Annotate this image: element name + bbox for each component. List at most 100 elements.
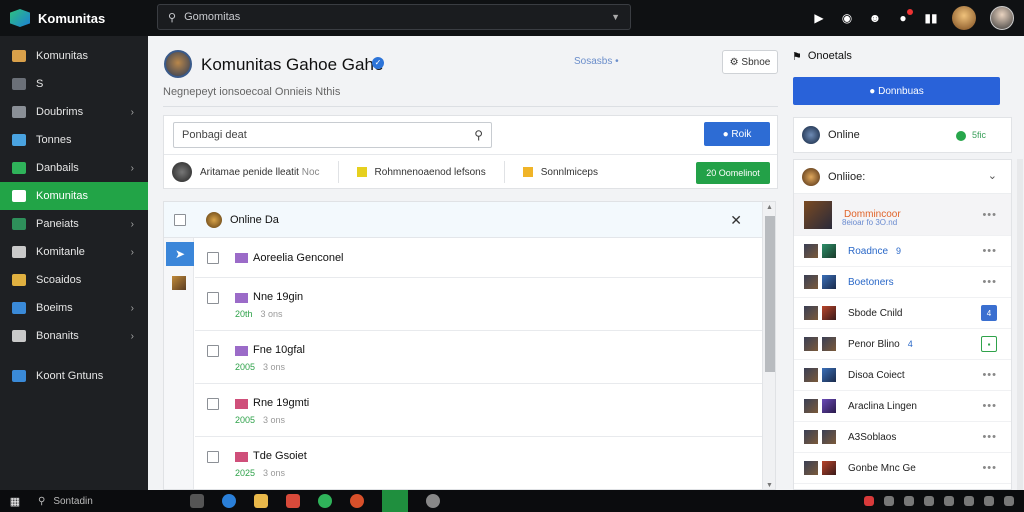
select-all-checkbox[interactable] — [174, 213, 186, 226]
active-app-icon[interactable] — [382, 490, 408, 512]
app-icon[interactable] — [426, 494, 440, 508]
more-icon[interactable]: ••• — [982, 245, 997, 257]
music-icon[interactable] — [318, 494, 332, 508]
more-icon[interactable]: ••• — [982, 276, 997, 288]
row-checkbox[interactable] — [207, 252, 219, 264]
lock-icon: ● — [869, 85, 879, 97]
list-item[interactable]: Tde Gsoiet 2025 3 ons — [195, 437, 762, 489]
primary-button[interactable]: ● Donnbuas — [793, 77, 1000, 105]
list-item[interactable]: Araclina Lingen ••• — [794, 391, 1011, 422]
scroll-up-icon[interactable]: ▲ — [766, 204, 773, 211]
tray-icon[interactable] — [1004, 496, 1014, 506]
item-icon — [235, 293, 248, 303]
sidebar-item[interactable]: Komitanle › — [0, 238, 148, 266]
list-item[interactable]: Boetoners ••• — [794, 267, 1011, 298]
sidebar-item[interactable]: S — [0, 70, 148, 98]
sidebar-item[interactable]: Boeims › — [0, 294, 148, 322]
row-checkbox[interactable] — [207, 451, 219, 463]
header-button[interactable]: ⚙ Sbnoe — [722, 50, 778, 74]
tray-icon[interactable] — [984, 496, 994, 506]
user-action-button[interactable]: 4 — [981, 305, 997, 321]
chevron-right-icon: › — [130, 106, 134, 118]
tray-icon[interactable] — [864, 496, 874, 506]
sidebar-item[interactable]: Bonanits › — [0, 322, 148, 350]
filter-search-button[interactable]: ● Roik — [704, 122, 770, 146]
folder-icon[interactable] — [254, 494, 268, 508]
thumbnail-icon[interactable] — [172, 276, 186, 290]
scroll-down-icon[interactable]: ▼ — [766, 482, 773, 489]
filter-item[interactable]: Aritamae penide lleatit Noc — [200, 167, 320, 178]
online-card[interactable]: Online 5fic — [793, 117, 1012, 153]
close-icon[interactable]: ✕ — [730, 212, 742, 229]
green-action-button[interactable]: 20 Oomelinot — [696, 162, 770, 184]
more-icon[interactable]: ••• — [982, 369, 997, 381]
list-item[interactable]: Dommincoor 8eioar fo 3O.nd ••• — [794, 194, 1011, 236]
tray-icon[interactable] — [904, 496, 914, 506]
sidebar-item[interactable]: Paneiats › — [0, 210, 148, 238]
filter-item[interactable]: Sonnlmiceps — [541, 167, 598, 178]
list-item[interactable]: A3Soblaos ••• — [794, 422, 1011, 453]
tray-icon[interactable] — [884, 496, 894, 506]
header-link[interactable]: Sosasbs • — [574, 56, 619, 67]
app-logo[interactable]: Komunitas — [0, 9, 150, 27]
sidebar-item[interactable]: Danbails › — [0, 154, 148, 182]
community-avatar[interactable] — [164, 50, 192, 78]
more-icon[interactable]: ••• — [982, 209, 997, 221]
scrollbar-thumb[interactable] — [765, 216, 775, 372]
more-icon[interactable]: ••• — [982, 462, 997, 474]
taskbar-search[interactable]: ⚲ Sontadin — [30, 496, 180, 507]
online-panel-header[interactable]: Onliioe: ⌄ — [794, 160, 1011, 194]
avatar[interactable] — [952, 6, 976, 30]
search-icon[interactable]: ⚲ — [474, 128, 483, 142]
tray-icon[interactable] — [944, 496, 954, 506]
list-item[interactable]: Rne 19gmti 2005 3 ons — [195, 384, 762, 437]
list-item[interactable]: Roadnce 9 ••• — [794, 236, 1011, 267]
people-icon[interactable]: ☻ — [868, 11, 882, 25]
play-icon[interactable]: ▶ — [812, 11, 826, 25]
sidebar-footer-item[interactable]: Koont Gntuns — [0, 362, 148, 390]
store-icon[interactable] — [286, 494, 300, 508]
list-item[interactable]: Nne 19gin 20th 3 ons — [195, 278, 762, 331]
filter-search-input[interactable]: Ponbagi deat ⚲ — [173, 122, 492, 148]
share-icon[interactable]: ➤ — [166, 242, 194, 266]
task-view-icon[interactable] — [190, 494, 204, 508]
chrome-icon[interactable] — [350, 494, 364, 508]
chevron-down-icon[interactable]: ⌄ — [988, 169, 997, 182]
more-icon[interactable]: ••• — [982, 431, 997, 443]
sidebar-item[interactable]: Komunitas — [0, 42, 148, 70]
row-checkbox[interactable] — [207, 398, 219, 410]
sidebar-item[interactable]: Komunitas — [0, 182, 148, 210]
filter-item[interactable]: Rohmnenoaenod lefsons — [375, 167, 486, 178]
user-action-button[interactable]: ▪ — [981, 336, 997, 352]
list-scrollbar[interactable]: ▲ ▼ — [762, 202, 775, 489]
list-item[interactable]: Penor Blino 4 ▪ — [794, 329, 1011, 360]
user-avatar[interactable] — [990, 6, 1014, 30]
avatar — [822, 244, 836, 258]
gear-icon — [12, 330, 26, 342]
global-search-input[interactable]: ⚲ Gomomitas ▼ — [157, 4, 631, 30]
item-title: Rne 19gmti — [253, 397, 310, 409]
sidebar-item-label: Paneiats — [36, 218, 79, 230]
right-scrollbar[interactable] — [1017, 159, 1023, 490]
tray-icon[interactable] — [924, 496, 934, 506]
bars-icon[interactable]: ▮▮ — [924, 11, 938, 25]
chevron-down-icon[interactable]: ▼ — [611, 12, 620, 22]
list-item[interactable]: Sbode Cnild 4 — [794, 298, 1011, 329]
top-icons: ▶ ◉ ☻ ● ▮▮ — [812, 0, 1014, 36]
windows-start-icon[interactable]: ▦ — [0, 495, 30, 508]
tray-icon[interactable] — [964, 496, 974, 506]
sidebar-item[interactable]: Scoaidos — [0, 266, 148, 294]
list-item[interactable]: Fne 10gfal 2005 3 ons — [195, 331, 762, 384]
browser-icon[interactable] — [222, 494, 236, 508]
list-item[interactable]: Disoa Coiect ••• — [794, 360, 1011, 391]
item-title: Aoreelia Genconel — [253, 252, 344, 264]
sidebar-item[interactable]: Tonnes — [0, 126, 148, 154]
notification-icon[interactable]: ● — [896, 9, 913, 25]
more-icon[interactable]: ••• — [982, 400, 997, 412]
row-checkbox[interactable] — [207, 292, 219, 304]
list-item[interactable]: Gonbe Mnc Ge ••• — [794, 453, 1011, 484]
row-checkbox[interactable] — [207, 345, 219, 357]
list-item[interactable]: Aoreelia Genconel — [195, 238, 762, 278]
sidebar-item[interactable]: Doubrims › — [0, 98, 148, 126]
chat-bubble-icon[interactable]: ◉ — [840, 11, 854, 25]
